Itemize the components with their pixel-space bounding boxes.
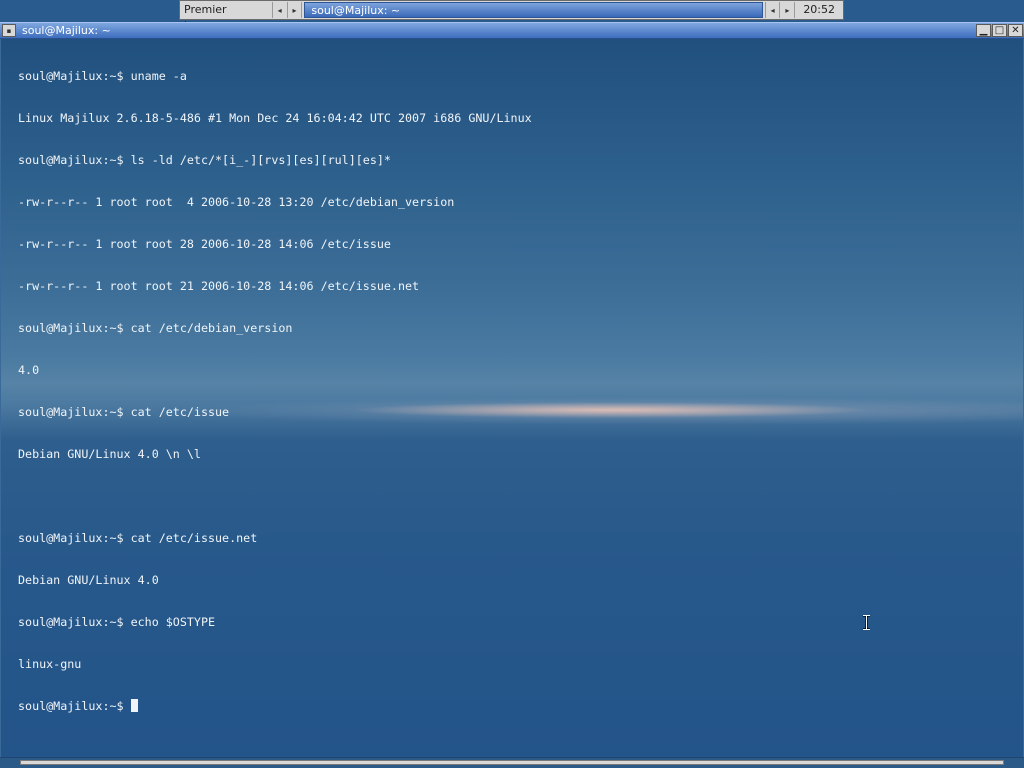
terminal-line: -rw-r--r-- 1 root root 28 2006-10-28 14:… (18, 237, 391, 251)
task-next-arrow-icon[interactable]: ▸ (780, 2, 796, 18)
window-menu-icon[interactable]: ▪ (2, 24, 16, 37)
clock: 20:52 (803, 3, 836, 16)
maximize-button[interactable]: □ (992, 24, 1007, 37)
task-prev-arrow-icon[interactable]: ◂ (764, 2, 781, 18)
terminal-line: soul@Majilux:~$ cat /etc/debian_version (18, 321, 293, 335)
terminal-line: -rw-r--r-- 1 root root 21 2006-10-28 14:… (18, 279, 420, 293)
terminal-line: 4.0 (18, 363, 40, 377)
desktop-next-arrow-icon[interactable]: ▸ (288, 2, 303, 18)
scrollbar-thumb[interactable] (20, 760, 1004, 765)
terminal-line: Debian GNU/Linux 4.0 (18, 573, 159, 587)
terminal-line: Linux Majilux 2.6.18-5-486 #1 Mon Dec 24… (18, 111, 532, 125)
horizontal-scrollbar[interactable] (0, 757, 1024, 768)
top-panel: Premier bureau ◂ ▸ soul@Majilux: ~ ◂ ▸ 2… (179, 0, 844, 32)
desktop-prev-arrow-icon[interactable]: ◂ (273, 2, 288, 18)
terminal-area[interactable]: soul@Majilux:~$ uname -a Linux Majilux 2… (0, 39, 1024, 757)
terminal-line: linux-gnu (18, 657, 82, 671)
window-title: soul@Majilux: ~ (22, 24, 111, 37)
desktop-name[interactable]: Premier bureau (180, 2, 273, 32)
terminal-output: soul@Majilux:~$ uname -a Linux Majilux 2… (18, 41, 532, 741)
terminal-line: soul@Majilux:~$ uname -a (18, 69, 187, 83)
terminal-line: Debian GNU/Linux 4.0 \n \l (18, 447, 201, 461)
terminal-line: -rw-r--r-- 1 root root 4 2006-10-28 13:2… (18, 195, 455, 209)
close-button[interactable]: ✕ (1008, 24, 1023, 37)
window-titlebar[interactable]: ▪ soul@Majilux: ~ ▁ □ ✕ (0, 22, 1024, 39)
text-cursor (130, 699, 138, 712)
terminal-line: soul@Majilux:~$ cat /etc/issue.net (18, 531, 258, 545)
terminal-line: soul@Majilux:~$ echo $OSTYPE (18, 615, 216, 629)
terminal-line: soul@Majilux:~$ cat /etc/issue (18, 405, 230, 419)
ibeam-cursor-icon (863, 615, 870, 630)
terminal-prompt: soul@Majilux:~$ (18, 699, 131, 713)
terminal-line: soul@Majilux:~$ ls -ld /etc/*[i_-][rvs][… (18, 153, 391, 167)
minimize-button[interactable]: ▁ (976, 24, 991, 37)
terminal-prompt-line[interactable]: soul@Majilux:~$ (18, 699, 532, 713)
taskbar-item-terminal[interactable]: soul@Majilux: ~ (304, 2, 763, 18)
